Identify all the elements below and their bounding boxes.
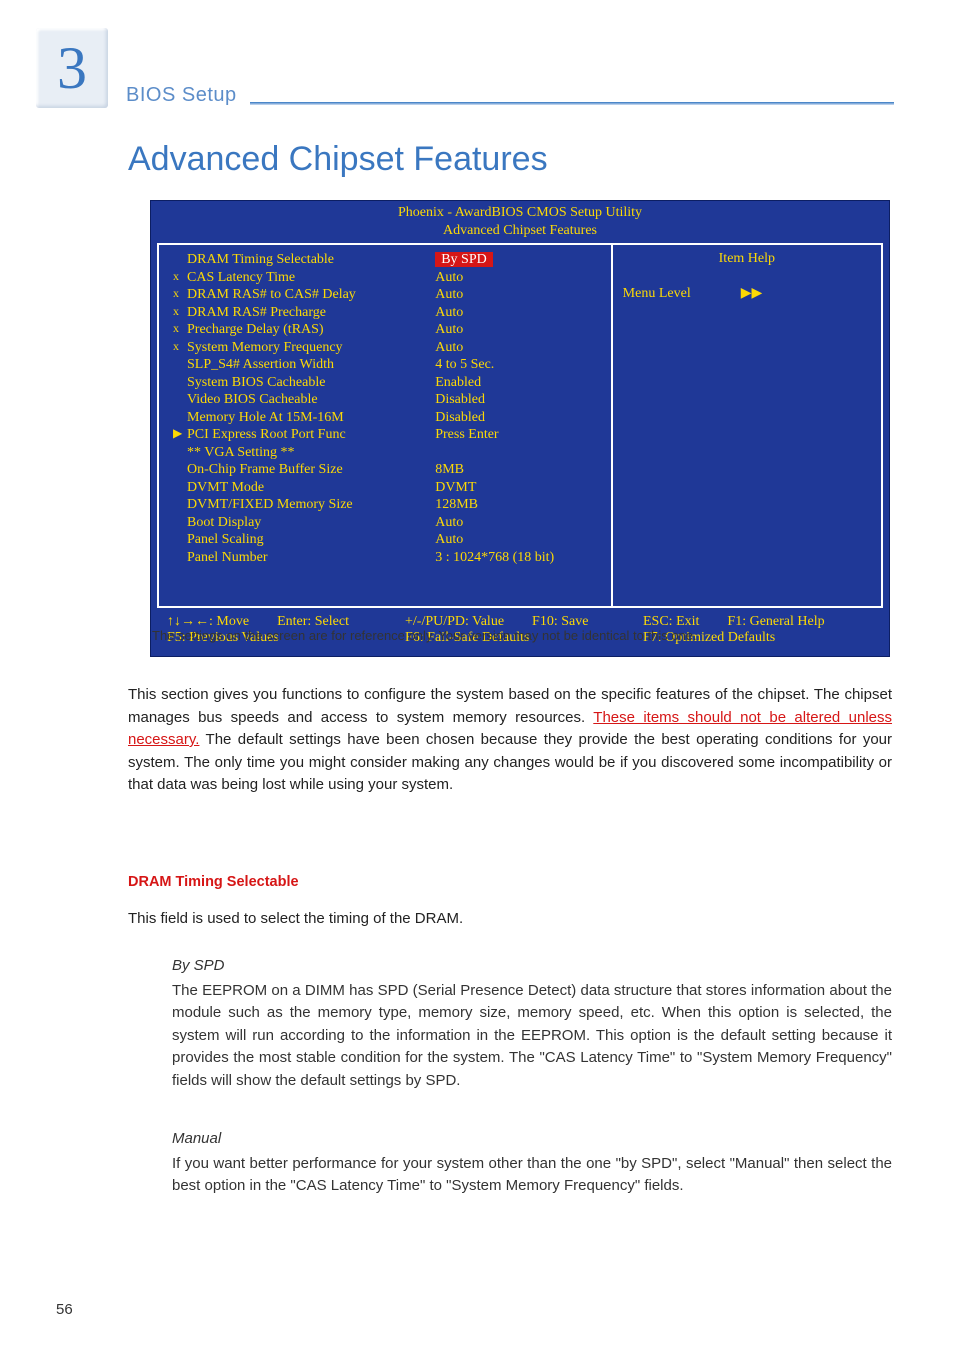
row-prefix xyxy=(173,391,187,409)
option-by-spd: By SPD The EEPROM on a DIMM has SPD (Ser… xyxy=(172,955,892,1092)
bios-setting-row: xPrecharge Delay (tRAS)Auto xyxy=(173,321,601,339)
triangle-right-icon: ▶▶ xyxy=(741,285,763,302)
bios-menu-level-label: Menu Level xyxy=(623,286,691,302)
row-prefix: x xyxy=(173,321,187,339)
row-value: 4 to 5 Sec. xyxy=(435,356,600,374)
row-prefix: ▶ xyxy=(173,426,187,444)
page-number: 56 xyxy=(56,1301,73,1318)
bios-setting-row: Boot DisplayAuto xyxy=(173,514,601,532)
row-value: Press Enter xyxy=(435,426,600,444)
row-value: 128MB xyxy=(435,496,600,514)
row-name: PCI Express Root Port Func xyxy=(187,426,435,444)
row-prefix xyxy=(173,514,187,532)
row-prefix: x xyxy=(173,269,187,287)
row-prefix xyxy=(173,531,187,549)
bios-setting-row: ** VGA Setting ** xyxy=(173,444,601,462)
row-name: CAS Latency Time xyxy=(187,269,435,287)
dram-intro: This field is used to select the timing … xyxy=(128,908,892,931)
section-label: BIOS Setup xyxy=(126,84,237,107)
option-by-spd-body: The EEPROM on a DIMM has SPD (Serial Pre… xyxy=(172,980,892,1093)
bios-setting-row: On-Chip Frame Buffer Size8MB xyxy=(173,461,601,479)
row-name: Boot Display xyxy=(187,514,435,532)
row-name: SLP_S4# Assertion Width xyxy=(187,356,435,374)
row-name: Memory Hole At 15M-16M xyxy=(187,409,435,427)
row-prefix xyxy=(173,251,187,269)
row-value: Auto xyxy=(435,531,600,549)
screenshot-caption: The settings on the screen are for refer… xyxy=(152,627,892,645)
bios-setting-row: Panel ScalingAuto xyxy=(173,531,601,549)
row-value: Auto xyxy=(435,304,600,322)
row-value: By SPD xyxy=(435,251,600,269)
row-prefix: x xyxy=(173,286,187,304)
row-name: Panel Scaling xyxy=(187,531,435,549)
bios-utility-title: Phoenix - AwardBIOS CMOS Setup Utility xyxy=(151,201,889,223)
row-value: Auto xyxy=(435,286,600,304)
row-value xyxy=(435,444,600,462)
bios-setting-row: Panel Number3 : 1024*768 (18 bit) xyxy=(173,549,601,567)
bios-setting-row: System BIOS CacheableEnabled xyxy=(173,374,601,392)
row-prefix: x xyxy=(173,304,187,322)
option-manual-head: Manual xyxy=(172,1128,892,1151)
bios-setting-row: Video BIOS CacheableDisabled xyxy=(173,391,601,409)
bios-help-title: Item Help xyxy=(623,251,871,267)
bios-setting-row: SLP_S4# Assertion Width4 to 5 Sec. xyxy=(173,356,601,374)
bios-setting-row: DRAM Timing SelectableBy SPD xyxy=(173,251,601,269)
intro-text-b: The default settings have been chosen be… xyxy=(128,731,892,793)
row-value: Auto xyxy=(435,269,600,287)
page-title: Advanced Chipset Features xyxy=(128,140,548,179)
bios-screenshot: Phoenix - AwardBIOS CMOS Setup Utility A… xyxy=(150,200,890,657)
row-prefix xyxy=(173,356,187,374)
bios-setting-row: DVMT/FIXED Memory Size128MB xyxy=(173,496,601,514)
bios-help-panel: Item Help Menu Level ▶▶ xyxy=(613,245,883,606)
row-name: Video BIOS Cacheable xyxy=(187,391,435,409)
row-name: On-Chip Frame Buffer Size xyxy=(187,461,435,479)
intro-paragraph: This section gives you functions to conf… xyxy=(128,684,892,797)
row-name: DRAM RAS# to CAS# Delay xyxy=(187,286,435,304)
row-value: Disabled xyxy=(435,409,600,427)
bios-setting-row: xCAS Latency TimeAuto xyxy=(173,269,601,287)
row-value: Auto xyxy=(435,514,600,532)
row-name: Panel Number xyxy=(187,549,435,567)
row-prefix xyxy=(173,409,187,427)
row-name: DRAM Timing Selectable xyxy=(187,251,435,269)
row-name: System Memory Frequency xyxy=(187,339,435,357)
row-name: ** VGA Setting ** xyxy=(187,444,435,462)
bios-settings-panel: DRAM Timing SelectableBy SPDxCAS Latency… xyxy=(157,245,613,606)
bios-setting-row: DVMT ModeDVMT xyxy=(173,479,601,497)
bios-screen-title: Advanced Chipset Features xyxy=(151,223,889,243)
row-prefix: x xyxy=(173,339,187,357)
option-manual-body: If you want better performance for your … xyxy=(172,1153,892,1198)
row-name: System BIOS Cacheable xyxy=(187,374,435,392)
bios-setting-row: xDRAM RAS# to CAS# DelayAuto xyxy=(173,286,601,304)
row-value: Disabled xyxy=(435,391,600,409)
option-by-spd-head: By SPD xyxy=(172,955,892,978)
row-name: DVMT/FIXED Memory Size xyxy=(187,496,435,514)
bios-setting-row: xDRAM RAS# PrechargeAuto xyxy=(173,304,601,322)
row-value: Auto xyxy=(435,321,600,339)
row-prefix xyxy=(173,374,187,392)
bios-setting-row: ▶PCI Express Root Port FuncPress Enter xyxy=(173,426,601,444)
row-prefix xyxy=(173,444,187,462)
heading-dram-timing: DRAM Timing Selectable xyxy=(128,874,299,890)
row-prefix xyxy=(173,549,187,567)
row-prefix xyxy=(173,496,187,514)
row-name: DRAM RAS# Precharge xyxy=(187,304,435,322)
row-prefix xyxy=(173,461,187,479)
row-prefix xyxy=(173,479,187,497)
row-value: 8MB xyxy=(435,461,600,479)
chapter-number: 3 xyxy=(57,34,87,103)
row-value: Enabled xyxy=(435,374,600,392)
bios-setting-row: xSystem Memory FrequencyAuto xyxy=(173,339,601,357)
row-name: DVMT Mode xyxy=(187,479,435,497)
option-manual: Manual If you want better performance fo… xyxy=(172,1128,892,1198)
chapter-badge: 3 xyxy=(36,28,108,108)
header-rule xyxy=(250,102,894,105)
row-value: 3 : 1024*768 (18 bit) xyxy=(435,549,600,567)
row-value: DVMT xyxy=(435,479,600,497)
row-name: Precharge Delay (tRAS) xyxy=(187,321,435,339)
bios-setting-row: Memory Hole At 15M-16MDisabled xyxy=(173,409,601,427)
row-value: Auto xyxy=(435,339,600,357)
